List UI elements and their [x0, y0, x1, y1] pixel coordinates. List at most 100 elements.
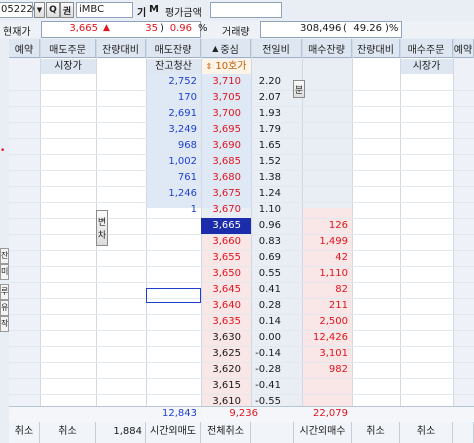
kwon-label: 권 — [62, 6, 72, 17]
side-tab-jan[interactable]: 잔 — [0, 248, 9, 264]
gi-button[interactable]: 기 — [137, 4, 146, 19]
cancel-sell-button[interactable]: 취소 — [40, 422, 96, 443]
market-buy-button[interactable]: 시장가 — [400, 59, 453, 74]
after-hours-sell-button[interactable]: 시간외매도 — [146, 422, 201, 443]
ask-qty: 1,002 — [168, 156, 197, 167]
bid-rate: -0.41 — [255, 380, 281, 391]
cancel-reserve-left-button[interactable]: 취소 — [9, 422, 40, 443]
bid-price: 3,645 — [212, 284, 241, 295]
header-remain-diff-left: 잔량대비 — [96, 39, 146, 58]
stock-code-dropdown-button[interactable]: ▼ — [34, 2, 45, 18]
cancel-reserve-right-button[interactable]: 취소 — [400, 422, 453, 443]
liquidate-button[interactable]: 잔고청산 — [146, 59, 201, 74]
cancel-all-button[interactable]: 전체취소 — [201, 422, 251, 443]
current-price-label: 현재가 — [3, 27, 31, 38]
tenth-quote-arrow-icon: ⇕ — [205, 62, 213, 71]
ask-price: 3,670 — [212, 204, 241, 215]
grid-line — [352, 39, 353, 422]
kwon-button[interactable]: 권 — [60, 2, 74, 18]
bid-rate: 0.83 — [258, 236, 281, 247]
bid-price: 3,640 — [212, 300, 241, 311]
ask-rate: 1.38 — [258, 172, 281, 183]
footer-end — [453, 422, 474, 443]
buy-remain-diff-column — [352, 58, 400, 422]
bid-qty: 3,101 — [319, 348, 348, 359]
ask-rate: 1.65 — [258, 140, 281, 151]
bid-price: 3,615 — [212, 380, 241, 391]
header-price[interactable]: ▲ 중심 — [201, 39, 251, 58]
paren-open: ( — [343, 23, 347, 34]
footer-blank — [251, 422, 294, 443]
tenth-quote-toggle[interactable]: ⇕ 10호가 — [201, 59, 251, 74]
bid-qty: 982 — [328, 364, 348, 375]
row-divider — [9, 330, 474, 331]
ask-price: 3,705 — [212, 92, 241, 103]
grid-line — [453, 39, 454, 422]
ask-rate: 2.07 — [258, 92, 281, 103]
side-tab-ru[interactable]: 루 — [0, 284, 9, 300]
bid-qty: 42 — [335, 252, 348, 263]
selected-cell[interactable] — [146, 288, 201, 303]
header-sell-order: 매도주문 — [40, 39, 96, 58]
side-marker-icon: • — [0, 146, 6, 156]
bid-rate: 0.00 — [258, 332, 281, 343]
bun-button[interactable]: 분 — [293, 80, 305, 98]
cancel-buy-button[interactable]: 취소 — [352, 422, 400, 443]
stock-name-field[interactable]: iMBC — [76, 2, 133, 18]
ask-qty: 3,249 — [168, 124, 197, 135]
ask-qty: 2,752 — [168, 76, 197, 87]
ask-price: 3,700 — [212, 108, 241, 119]
row-divider — [9, 346, 474, 347]
side-tab-jak[interactable]: 작 — [0, 316, 9, 332]
bid-qty: 12,426 — [313, 332, 348, 343]
bid-price: 3,650 — [212, 268, 241, 279]
byun-cha-button[interactable]: 변 차 — [96, 210, 108, 246]
reserve-right-column[interactable] — [453, 58, 474, 422]
bid-price: 3,665 — [201, 218, 251, 234]
bid-qty: 211 — [328, 300, 348, 311]
m-button[interactable]: M — [149, 4, 159, 15]
ask-rate: 1.79 — [258, 124, 281, 135]
reserve-left-column[interactable] — [9, 58, 40, 422]
buy-order-column[interactable] — [400, 58, 453, 422]
header-reserve-right: 예약 — [453, 39, 474, 58]
market-sell-button[interactable]: 시장가 — [40, 59, 96, 74]
header-buy-remain: 매수잔량 — [302, 39, 352, 58]
ask-price: 3,675 — [212, 188, 241, 199]
header-buy-order: 매수주문 — [400, 39, 453, 58]
footer-diff-value: 1,884 — [96, 422, 146, 443]
bid-qty: 1,499 — [319, 236, 348, 247]
search-button[interactable]: Q — [46, 2, 60, 18]
ask-rate: 1.10 — [258, 204, 281, 215]
row-divider — [9, 138, 474, 139]
grid-line — [400, 39, 401, 422]
dropdown-arrow-icon: ▼ — [36, 6, 43, 14]
stock-name-text: iMBC — [79, 4, 105, 15]
after-hours-buy-button[interactable]: 시간외매수 — [294, 422, 352, 443]
cha-label: 차 — [97, 231, 107, 241]
row-divider — [9, 234, 474, 235]
row-divider — [9, 266, 474, 267]
byun-label: 변 — [97, 218, 107, 228]
stock-code-input[interactable]: 052220 — [0, 2, 39, 18]
row-divider — [9, 154, 474, 155]
ask-price: 3,680 — [212, 172, 241, 183]
grid-line — [40, 39, 41, 422]
bid-rate: 0.96 — [258, 220, 281, 231]
ask-rate: 1.52 — [258, 156, 281, 167]
eval-amount-field[interactable] — [210, 2, 282, 18]
row-divider — [9, 186, 474, 187]
bid-rate: -0.14 — [255, 348, 281, 359]
row-divider — [9, 362, 474, 363]
ask-price: 3,695 — [212, 124, 241, 135]
side-tab-mi[interactable]: 미 — [0, 264, 9, 280]
header-price-arrow-icon: ▲ — [212, 43, 219, 53]
eval-amount-label: 평가금액 — [165, 8, 202, 19]
price-change-value: 35 — [145, 23, 158, 34]
sell-order-column[interactable] — [40, 58, 96, 422]
bid-rate: -0.28 — [255, 364, 281, 375]
price-up-icon: ▲ — [103, 23, 110, 33]
ask-qty: 968 — [177, 140, 197, 151]
side-tab-yu[interactable]: 유 — [0, 300, 9, 316]
ask-rate: 1.93 — [258, 108, 281, 119]
